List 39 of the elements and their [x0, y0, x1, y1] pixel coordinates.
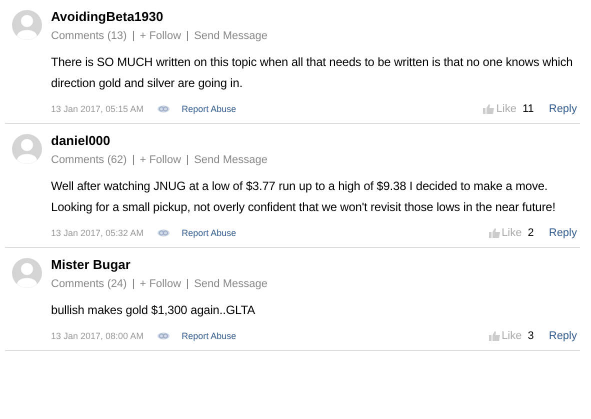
comments-count[interactable]: Comments (24) — [51, 277, 127, 291]
like-button[interactable]: Like — [502, 226, 522, 240]
send-message-link[interactable]: Send Message — [194, 29, 268, 43]
comments-count[interactable]: Comments (62) — [51, 153, 127, 167]
follow-link[interactable]: + Follow — [140, 277, 182, 291]
comment-text: bullish makes gold $1,300 again..GLTA — [50, 302, 256, 319]
timestamp: 13 Jan 2017, 05:15 AM — [51, 103, 144, 116]
author-name[interactable]: daniel000 — [51, 133, 268, 149]
thumbs-up-icon — [488, 331, 500, 341]
reply-link[interactable]: Reply — [548, 226, 577, 240]
reply-link[interactable]: Reply — [548, 102, 577, 116]
link-icon — [156, 105, 170, 113]
reply-link[interactable]: Reply — [548, 329, 577, 343]
avatar-icon — [12, 10, 42, 40]
author-name[interactable]: AvoidingBeta1930 — [51, 9, 268, 25]
comments-count[interactable]: Comments (13) — [51, 29, 127, 43]
author-name[interactable]: Mister Bugar — [51, 257, 268, 273]
report-abuse-link[interactable]: Report Abuse — [182, 102, 236, 116]
send-message-link[interactable]: Send Message — [194, 153, 268, 167]
like-count: 2 — [528, 226, 534, 240]
comment-text: Well after watching JNUG at a low of $3.77 run up to a high of $9.38 I decided to make a move. Looking for a small pickup, not overly confident that we won't revisit those lows in the near future! — [50, 178, 556, 216]
report-abuse-link[interactable]: Report Abuse — [182, 329, 236, 343]
timestamp: 13 Jan 2017, 05:32 AM — [51, 227, 144, 240]
timestamp: 13 Jan 2017, 08:00 AM — [51, 330, 144, 343]
thumbs-up-icon — [483, 104, 494, 114]
like-button[interactable]: Like — [496, 102, 516, 116]
link-icon — [156, 332, 170, 340]
like-count: 11 — [522, 102, 534, 116]
like-count: 3 — [528, 329, 534, 343]
like-button[interactable]: Like — [502, 329, 522, 343]
follow-link[interactable]: + Follow — [140, 29, 182, 43]
follow-link[interactable]: + Follow — [140, 153, 182, 167]
avatar-icon — [12, 134, 42, 164]
avatar-icon — [12, 258, 42, 288]
comment-text: There is SO MUCH written on this topic when all that needs to be written is that no one knows which direction gold and silver are going in. — [50, 54, 574, 92]
thumbs-up-icon — [488, 228, 500, 238]
link-icon — [156, 229, 170, 237]
send-message-link[interactable]: Send Message — [194, 277, 268, 291]
report-abuse-link[interactable]: Report Abuse — [182, 226, 236, 240]
